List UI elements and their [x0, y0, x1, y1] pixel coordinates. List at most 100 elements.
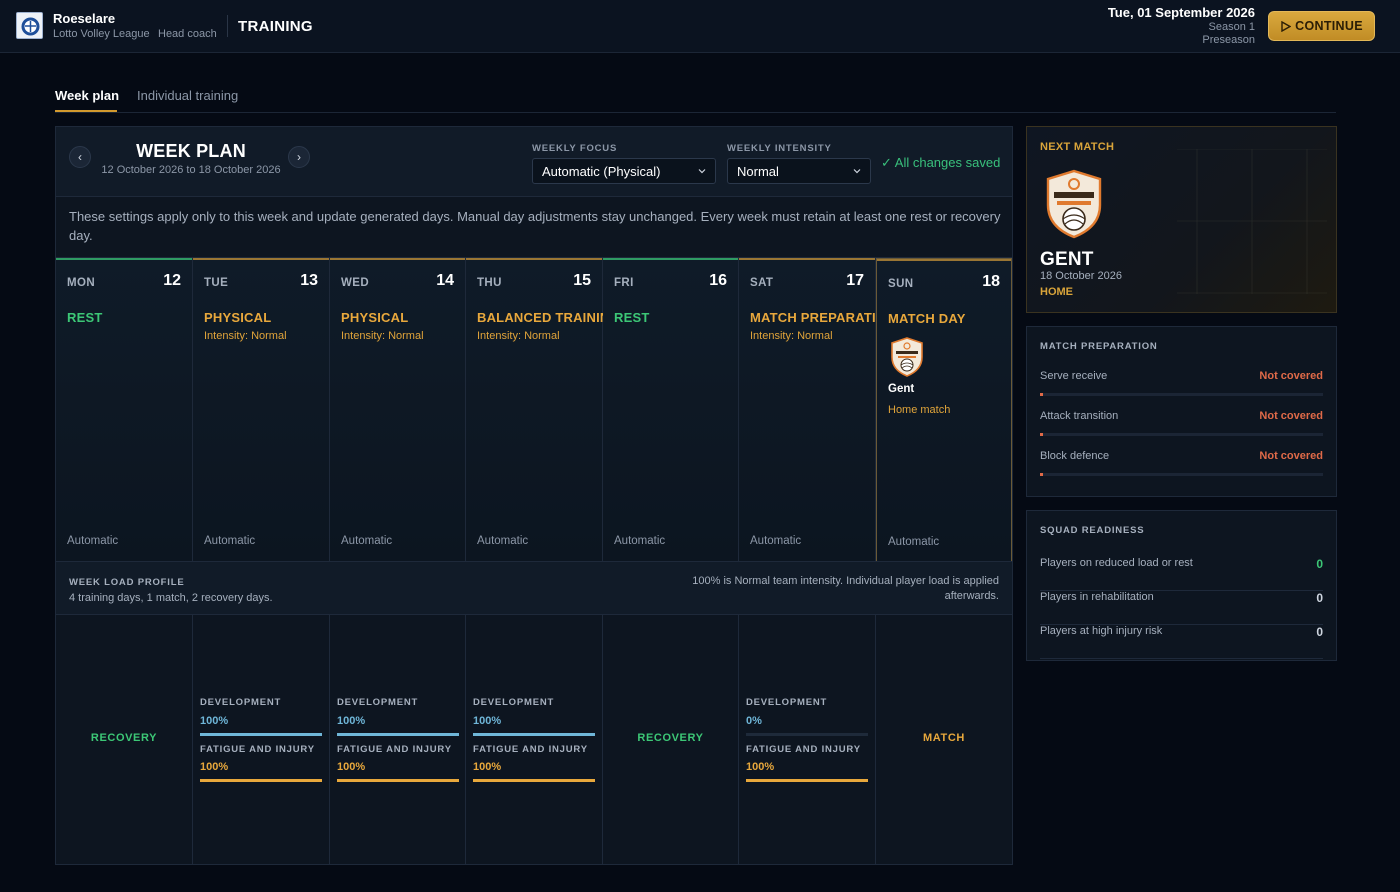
weekly-intensity-label: WEEKLY INTENSITY: [727, 143, 832, 154]
development-value: 100%: [337, 715, 366, 727]
opponent-logo: [891, 337, 923, 377]
day-card-fri[interactable]: FRI 16 REST Automatic: [603, 258, 739, 562]
readiness-row[interactable]: Players in rehabilitation 0: [1040, 591, 1323, 625]
day-intensity: Intensity: Normal: [750, 330, 833, 342]
weekly-intensity-value: Normal: [737, 163, 779, 179]
day-name: MON: [67, 277, 96, 289]
fatigue-bar: [473, 779, 595, 782]
week-plan-title: WEEK PLAN: [136, 141, 246, 161]
week-plan-header: ‹ WEEK PLAN 12 October 2026 to 18 Octobe…: [56, 127, 1012, 197]
day-mode: Automatic: [477, 535, 529, 547]
day-card-sat[interactable]: SAT 17 MATCH PREPARATION Intensity: Norm…: [739, 258, 895, 562]
day-card-mon[interactable]: MON 12 REST Automatic: [56, 258, 193, 562]
day-name: TUE: [204, 277, 229, 289]
weekly-intensity-select[interactable]: Normal: [727, 158, 871, 184]
development-bar: [473, 733, 595, 736]
chevron-left-icon: ‹: [78, 150, 82, 164]
load-label: RECOVERY: [637, 732, 704, 744]
readiness-label: Players at high injury risk: [1040, 625, 1163, 637]
next-match-date: 18 October 2026: [1040, 270, 1122, 282]
prep-item-label: Attack transition: [1040, 410, 1119, 422]
development-value: 0%: [746, 715, 762, 727]
club-logo: [16, 12, 43, 39]
day-accent: [466, 258, 602, 260]
day-intensity: Intensity: Normal: [204, 330, 287, 342]
page-title: TRAINING: [238, 18, 313, 35]
next-week-button[interactable]: ›: [288, 146, 310, 168]
prep-item-status: Not covered: [1259, 370, 1323, 382]
continue-button[interactable]: CONTINUE: [1268, 11, 1375, 41]
day-card-thu[interactable]: THU 15 BALANCED TRAINING Intensity: Norm…: [466, 258, 620, 562]
tab-week-plan[interactable]: Week plan: [55, 88, 119, 103]
readiness-label: Players on reduced load or rest: [1040, 557, 1193, 569]
day-number: 15: [573, 272, 591, 289]
fatigue-bar: [746, 779, 868, 782]
day-type: REST: [67, 310, 103, 325]
week-load-profile-header: WEEK LOAD PROFILE 4 training days, 1 mat…: [56, 561, 1012, 615]
prep-item-bar: [1040, 473, 1323, 476]
day-name: SUN: [888, 278, 914, 290]
day-type: MATCH DAY: [888, 311, 966, 326]
prep-item-bar: [1040, 433, 1323, 436]
tab-individual-training[interactable]: Individual training: [137, 88, 238, 103]
load-column-tue: DEVELOPMENT 100% FATIGUE AND INJURY 100%: [193, 615, 330, 865]
match-preparation-panel: MATCH PREPARATION Serve receive Not cove…: [1026, 326, 1337, 497]
weekly-focus-label: WEEKLY FOCUS: [532, 143, 618, 154]
development-bar: [337, 733, 459, 736]
development-label: DEVELOPMENT: [473, 697, 555, 708]
day-accent: [330, 258, 465, 260]
next-match-label: NEXT MATCH: [1040, 141, 1115, 153]
fatigue-value: 100%: [337, 761, 366, 773]
load-label: RECOVERY: [90, 732, 158, 744]
court-lines-decoration: [1177, 149, 1327, 294]
day-card-tue[interactable]: TUE 13 PHYSICAL Intensity: Normal Automa…: [193, 258, 330, 562]
active-tab-indicator: [55, 110, 117, 112]
play-icon: [1281, 20, 1292, 32]
load-column-sun: MATCH: [876, 615, 1012, 865]
fatigue-bar: [200, 779, 322, 782]
readiness-label: Players in rehabilitation: [1040, 591, 1154, 603]
club-name: Roeselare: [53, 11, 116, 26]
day-columns: MON 12 REST Automatic TUE 13 PHYSICAL In…: [56, 257, 1012, 562]
day-mode: Automatic: [67, 535, 119, 547]
day-accent: [193, 258, 329, 260]
load-label: MATCH: [923, 732, 965, 744]
day-mode: Automatic: [888, 536, 940, 548]
day-number: 17: [846, 272, 864, 289]
next-match-venue: HOME: [1040, 286, 1073, 298]
day-card-wed[interactable]: WED 14 PHYSICAL Intensity: Normal Automa…: [330, 258, 466, 562]
development-value: 100%: [200, 715, 229, 727]
tab-divider: [55, 112, 1336, 113]
squad-readiness-panel: SQUAD READINESS Players on reduced load …: [1026, 510, 1337, 661]
previous-week-button[interactable]: ‹: [69, 146, 91, 168]
next-match-card[interactable]: NEXT MATCH GENT 18 October 2026 HOME: [1026, 126, 1337, 313]
day-name: THU: [477, 277, 502, 289]
readiness-row[interactable]: Players at high injury risk 0: [1040, 625, 1323, 659]
day-number: 14: [436, 272, 454, 289]
chevron-right-icon: ›: [297, 150, 301, 164]
load-column-sat: DEVELOPMENT 0% FATIGUE AND INJURY 100%: [739, 615, 876, 865]
save-status: ✓ All changes saved: [881, 155, 1001, 170]
readiness-row[interactable]: Players on reduced load or rest 0: [1040, 557, 1323, 591]
day-type: PHYSICAL: [341, 310, 409, 325]
next-match-opponent: GENT: [1040, 249, 1094, 270]
load-column-mon: RECOVERY: [56, 615, 193, 865]
fatigue-label: FATIGUE AND INJURY: [200, 744, 315, 755]
load-columns: RECOVERY DEVELOPMENT 100% FATIGUE AND IN…: [56, 615, 1012, 865]
day-number: 16: [709, 272, 727, 289]
prep-item-label: Serve receive: [1040, 370, 1108, 382]
fatigue-value: 100%: [473, 761, 502, 773]
weekly-focus-select[interactable]: Automatic (Physical): [532, 158, 716, 184]
day-type: PHYSICAL: [204, 310, 272, 325]
day-mode: Automatic: [341, 535, 393, 547]
load-column-thu: DEVELOPMENT 100% FATIGUE AND INJURY 100%: [466, 615, 603, 865]
readiness-value: 0: [1316, 557, 1323, 571]
opponent-name: Gent: [888, 383, 915, 395]
fatigue-label: FATIGUE AND INJURY: [473, 744, 588, 755]
day-number: 18: [982, 273, 1000, 290]
day-card-sun[interactable]: SUN 18 MATCH DAY Gent Home match Automat…: [876, 258, 1012, 562]
day-name: WED: [341, 277, 370, 289]
fatigue-value: 100%: [200, 761, 229, 773]
day-name: SAT: [750, 277, 774, 289]
day-intensity: Intensity: Normal: [477, 330, 560, 342]
